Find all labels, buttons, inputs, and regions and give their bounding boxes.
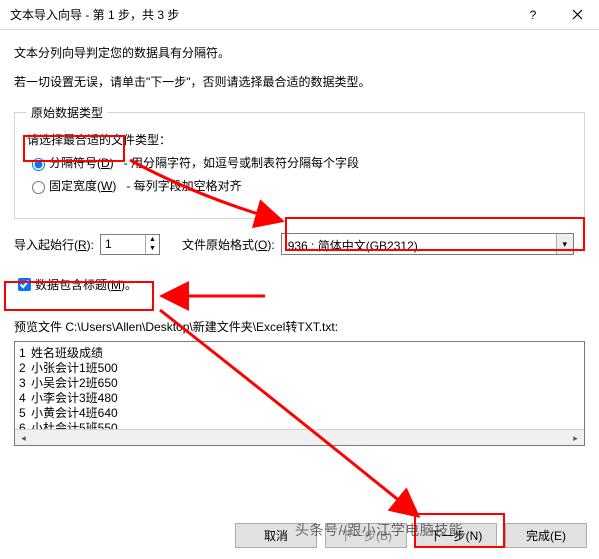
chevron-down-icon[interactable]: ▾ [556,234,573,254]
group-prompt: 请选择最合适的文件类型： [27,131,572,148]
header-checkbox-label: 数据包含标题(M)。 [35,276,137,293]
wizard-subtitle: 文本分列向导判定您的数据具有分隔符。 [14,44,585,61]
radio-delimited-row[interactable]: 分隔符号(D) - 用分隔字符，如逗号或制表符分隔每个字段 [27,154,572,171]
spinner-buttons[interactable]: ▲ ▼ [145,235,159,254]
watermark: 头条号//跟小江学电脑技能 [295,520,463,540]
list-item: 4小李会计3班480 [19,391,580,406]
scroll-left-icon[interactable]: ◂ [15,430,32,446]
preview-scrollbar[interactable]: ◂ ▸ [15,429,584,446]
chevron-down-icon[interactable]: ▼ [146,244,159,254]
scroll-right-icon[interactable]: ▸ [567,430,584,446]
start-row-label: 导入起始行(R): [14,236,94,253]
titlebar: 文本导入向导 - 第 1 步，共 3 步 ? [0,0,599,30]
radio-fixed-row[interactable]: 固定宽度(W) - 每列字段加空格对齐 [27,177,572,194]
radio-delimited-label: 分隔符号(D) [49,154,114,171]
list-item: 3小吴会计2班650 [19,376,580,391]
list-item: 5小黄会计4班640 [19,406,580,421]
header-checkbox[interactable] [18,278,31,291]
window-title: 文本导入向导 - 第 1 步，共 3 步 [10,6,511,23]
list-item: 1姓名班级成绩 [19,346,580,361]
header-checkbox-row[interactable]: 数据包含标题(M)。 [14,275,585,294]
original-data-type-group: 原始数据类型 请选择最合适的文件类型： 分隔符号(D) - 用分隔字符，如逗号或… [14,104,585,219]
encoding-label: 文件原始格式(O): [182,236,275,253]
close-button[interactable] [555,0,599,29]
start-row-and-encoding: 导入起始行(R): ▲ ▼ 文件原始格式(O): 936 : 简体中文(GB23… [14,233,585,255]
preview-lines: 1姓名班级成绩 2小张会计1班500 3小吴会计2班650 4小李会计3班480… [15,342,584,440]
help-icon: ? [530,8,537,22]
preview-label: 预览文件 C:\Users\Allen\Desktop\新建文件夹\Excel转… [14,318,585,335]
help-button[interactable]: ? [511,0,555,29]
radio-fixed-desc: - 每列字段加空格对齐 [126,177,241,194]
finish-button[interactable]: 完成(E) [505,523,587,548]
list-item: 2小张会计1班500 [19,361,580,376]
dialog-content: 文本分列向导判定您的数据具有分隔符。 若一切设置无误，请单击"下一步"，否则请选… [0,30,599,446]
radio-delimited-desc: - 用分隔字符，如逗号或制表符分隔每个字段 [124,154,359,171]
start-row-input[interactable] [101,235,145,254]
radio-fixed[interactable] [32,181,45,194]
encoding-value: 936 : 简体中文(GB2312) [282,234,556,254]
chevron-up-icon[interactable]: ▲ [146,235,159,245]
start-row-spinner[interactable]: ▲ ▼ [100,234,160,255]
radio-fixed-label: 固定宽度(W) [49,177,116,194]
close-icon [572,9,583,20]
preview-box: 1姓名班级成绩 2小张会计1班500 3小吴会计2班650 4小李会计3班480… [14,341,585,446]
encoding-select[interactable]: 936 : 简体中文(GB2312) ▾ [281,233,574,255]
radio-delimited[interactable] [32,158,45,171]
group-legend: 原始数据类型 [27,104,107,121]
wizard-instruction: 若一切设置无误，请单击"下一步"，否则请选择最合适的数据类型。 [14,73,585,90]
